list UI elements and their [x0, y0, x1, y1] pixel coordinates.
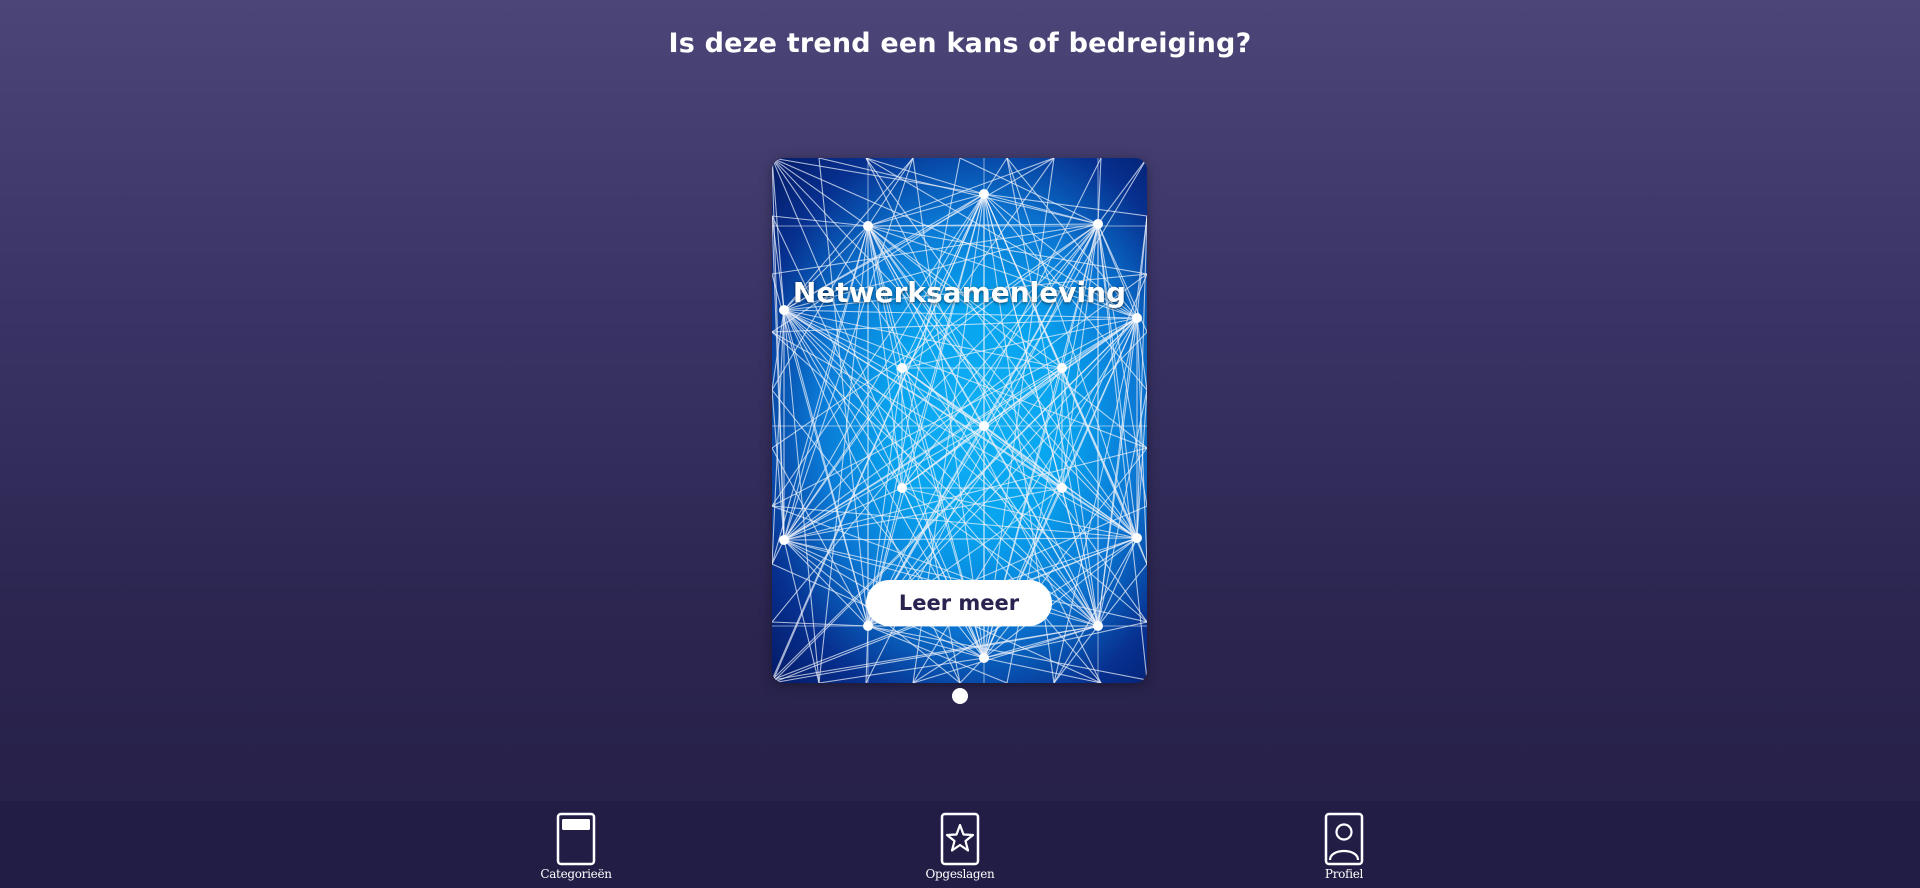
network-node [779, 535, 789, 545]
network-node [1057, 483, 1067, 493]
network-node [1057, 363, 1067, 373]
network-node [1132, 313, 1142, 323]
nav-item-profile[interactable]: Profiel [1284, 812, 1404, 881]
network-line [772, 158, 985, 195]
bottom-navigation: Categorieën Opgeslagen Profiel [0, 801, 1920, 888]
network-node [979, 653, 989, 663]
network-line [865, 158, 985, 195]
network-node [1132, 533, 1142, 543]
network-node [979, 421, 989, 431]
pagination-dot[interactable] [952, 688, 968, 704]
nav-label-saved: Opgeslagen [925, 867, 995, 881]
network-node [897, 483, 907, 493]
network-line [772, 215, 869, 227]
learn-more-button[interactable]: Leer meer [866, 580, 1052, 626]
nav-item-saved[interactable]: Opgeslagen [900, 812, 1020, 881]
star-card-icon [940, 812, 980, 866]
card-title: Netwerksamenleving [792, 276, 1127, 309]
network-node [863, 221, 873, 231]
trend-card[interactable]: Netwerksamenleving Leer meer [772, 158, 1147, 683]
network-line [867, 158, 1147, 627]
profile-card-icon [1324, 812, 1364, 866]
network-line [772, 621, 869, 627]
card-icon [556, 812, 596, 866]
network-line [783, 158, 914, 541]
network-line [983, 621, 1147, 659]
nav-label-profile: Profiel [1324, 867, 1364, 881]
network-node [1093, 219, 1103, 229]
network-node [897, 363, 907, 373]
network-node [979, 189, 989, 199]
network-line [783, 537, 1138, 541]
network-line [867, 625, 985, 659]
nav-label-categories: Categorieën [540, 867, 612, 881]
network-line [983, 193, 1147, 217]
network-line [1097, 158, 1147, 225]
network-line [783, 539, 820, 683]
network-node [1093, 621, 1103, 631]
network-node [863, 621, 873, 631]
nav-item-categories[interactable]: Categorieën [516, 812, 636, 881]
page-title: Is deze trend een kans of bedreiging? [668, 28, 1252, 59]
